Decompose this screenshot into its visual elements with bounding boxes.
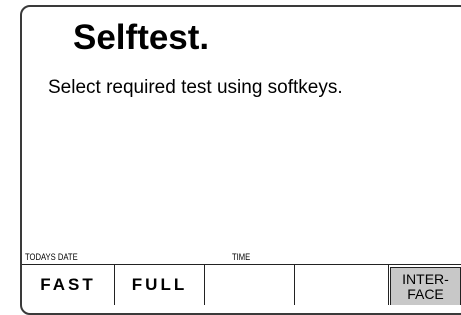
instruction-text: Select required test using softkeys. [48, 77, 343, 98]
fast-test-softkey[interactable]: FAST [22, 265, 115, 305]
fast-softkey-label: FAST [40, 275, 96, 294]
interface-softkey[interactable]: INTER- FACE [390, 267, 461, 305]
interface-softkey-label-line1: INTER- [402, 270, 449, 287]
page-title: Selftest. [73, 18, 210, 57]
full-softkey-label: FULL [131, 275, 188, 294]
softkey-bar: FAST FULL INTER- FACE [22, 264, 461, 305]
time-label: TIME [232, 252, 251, 262]
softkey-3[interactable] [205, 265, 295, 305]
full-test-softkey[interactable]: FULL [115, 265, 205, 305]
instrument-screen: Selftest. Select required test using sof… [0, 0, 461, 315]
interface-softkey-label-line2: FACE [407, 285, 444, 302]
softkey-4[interactable] [295, 265, 389, 305]
todays-date-label: TODAYS DATE [25, 252, 78, 262]
